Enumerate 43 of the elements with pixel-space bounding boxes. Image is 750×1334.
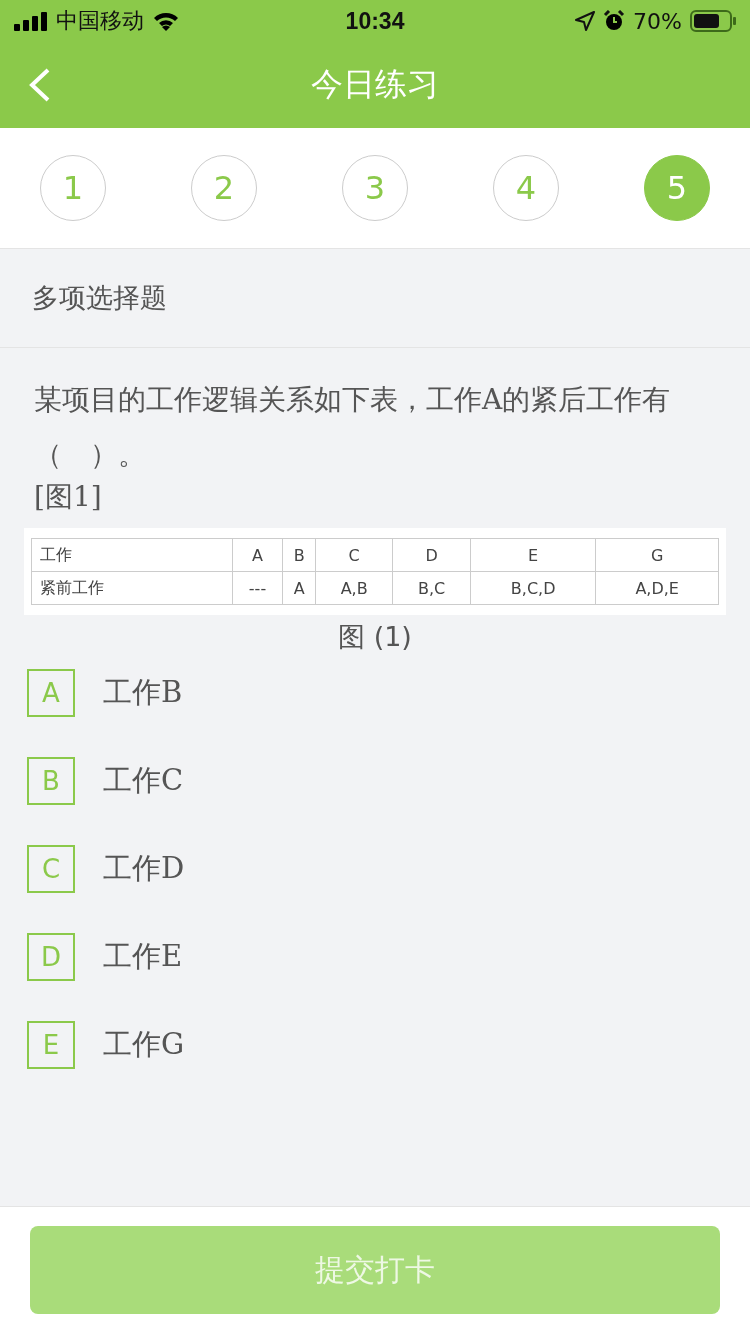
question-text: 某项目的工作逻辑关系如下表，工作A的紧后工作有（ ）。 bbox=[33, 382, 672, 473]
wifi-icon bbox=[152, 11, 180, 31]
option-text[interactable]: 工作G bbox=[103, 1025, 185, 1065]
table-cell: A,D,E bbox=[595, 571, 719, 605]
battery-icon bbox=[690, 10, 736, 32]
table-cell: 紧前工作 bbox=[31, 571, 233, 605]
battery-percent: 70% bbox=[633, 8, 682, 34]
status-time: 10:34 bbox=[345, 7, 405, 35]
question-number-tab[interactable]: 5 bbox=[644, 155, 710, 221]
table-cell: A bbox=[282, 571, 316, 605]
option-text[interactable]: 工作B bbox=[103, 673, 183, 713]
option-checkbox[interactable]: D bbox=[27, 933, 75, 981]
signal-icon bbox=[14, 11, 48, 31]
table-cell: B,C bbox=[392, 571, 471, 605]
table-cell: --- bbox=[232, 571, 283, 605]
question-type: 多项选择题 bbox=[0, 249, 750, 348]
table-cell: C bbox=[315, 538, 393, 572]
option-checkbox[interactable]: E bbox=[27, 1021, 75, 1069]
table-cell: A,B bbox=[315, 571, 393, 605]
figure-reference: [图1] bbox=[33, 479, 103, 515]
table-cell: B bbox=[282, 538, 316, 572]
table-cell: G bbox=[595, 538, 719, 572]
option-checkbox[interactable]: A bbox=[27, 669, 75, 717]
table-cell: 工作 bbox=[31, 538, 233, 572]
question-number-tab[interactable]: 2 bbox=[191, 155, 257, 221]
table-cell: D bbox=[392, 538, 471, 572]
option-checkbox[interactable]: C bbox=[27, 845, 75, 893]
back-button[interactable] bbox=[28, 68, 52, 102]
option-text[interactable]: 工作E bbox=[103, 937, 183, 977]
question-number-tab[interactable]: 1 bbox=[40, 155, 106, 221]
question-number-tab[interactable]: 3 bbox=[342, 155, 408, 221]
alarm-clock-icon bbox=[603, 10, 626, 32]
option-text[interactable]: 工作C bbox=[103, 761, 184, 801]
page-title: 今日练习 bbox=[311, 64, 439, 105]
carrier-name: 中国移动 bbox=[56, 7, 144, 35]
question-number-tab[interactable]: 4 bbox=[493, 155, 559, 221]
figure-caption: 图 (1) bbox=[337, 620, 413, 654]
table-cell: B,C,D bbox=[470, 571, 596, 605]
location-arrow-icon bbox=[575, 11, 596, 31]
table-cell: A bbox=[232, 538, 283, 572]
table-cell: E bbox=[470, 538, 596, 572]
option-checkbox[interactable]: B bbox=[27, 757, 75, 805]
option-text[interactable]: 工作D bbox=[103, 849, 185, 889]
